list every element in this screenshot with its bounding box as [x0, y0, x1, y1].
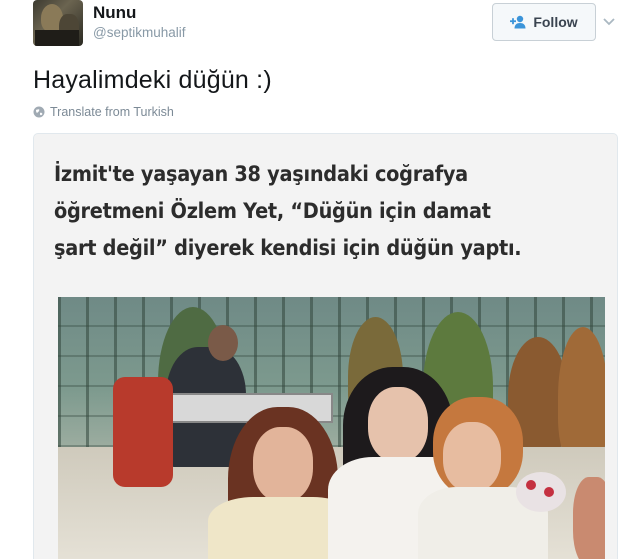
follow-button[interactable]: Follow: [492, 3, 596, 41]
tweet-text: Hayalimdeki düğün :): [33, 66, 272, 94]
chevron-down-icon[interactable]: [600, 12, 618, 30]
translate-label: Translate from Turkish: [50, 105, 174, 119]
headline-line: İzmit'te yaşayan 38 yaşındaki coğrafya: [54, 162, 468, 186]
media-headline: İzmit'te yaşayan 38 yaşındaki coğrafya ö…: [54, 156, 569, 267]
add-user-icon: [510, 15, 527, 29]
translate-link[interactable]: Translate from Turkish: [33, 105, 174, 119]
wedding-photo: [58, 297, 605, 559]
user-handle[interactable]: @septikmuhalif: [93, 25, 186, 40]
avatar[interactable]: [33, 0, 83, 46]
tweet-media[interactable]: İzmit'te yaşayan 38 yaşındaki coğrafya ö…: [33, 133, 618, 559]
headline-line: öğretmeni Özlem Yet, “Düğün için damat: [54, 199, 491, 223]
headline-line: şart değil” diyerek kendisi için düğün y…: [54, 236, 522, 260]
user-name[interactable]: Nunu: [93, 3, 136, 23]
follow-label: Follow: [533, 14, 578, 30]
globe-icon: [33, 106, 45, 118]
